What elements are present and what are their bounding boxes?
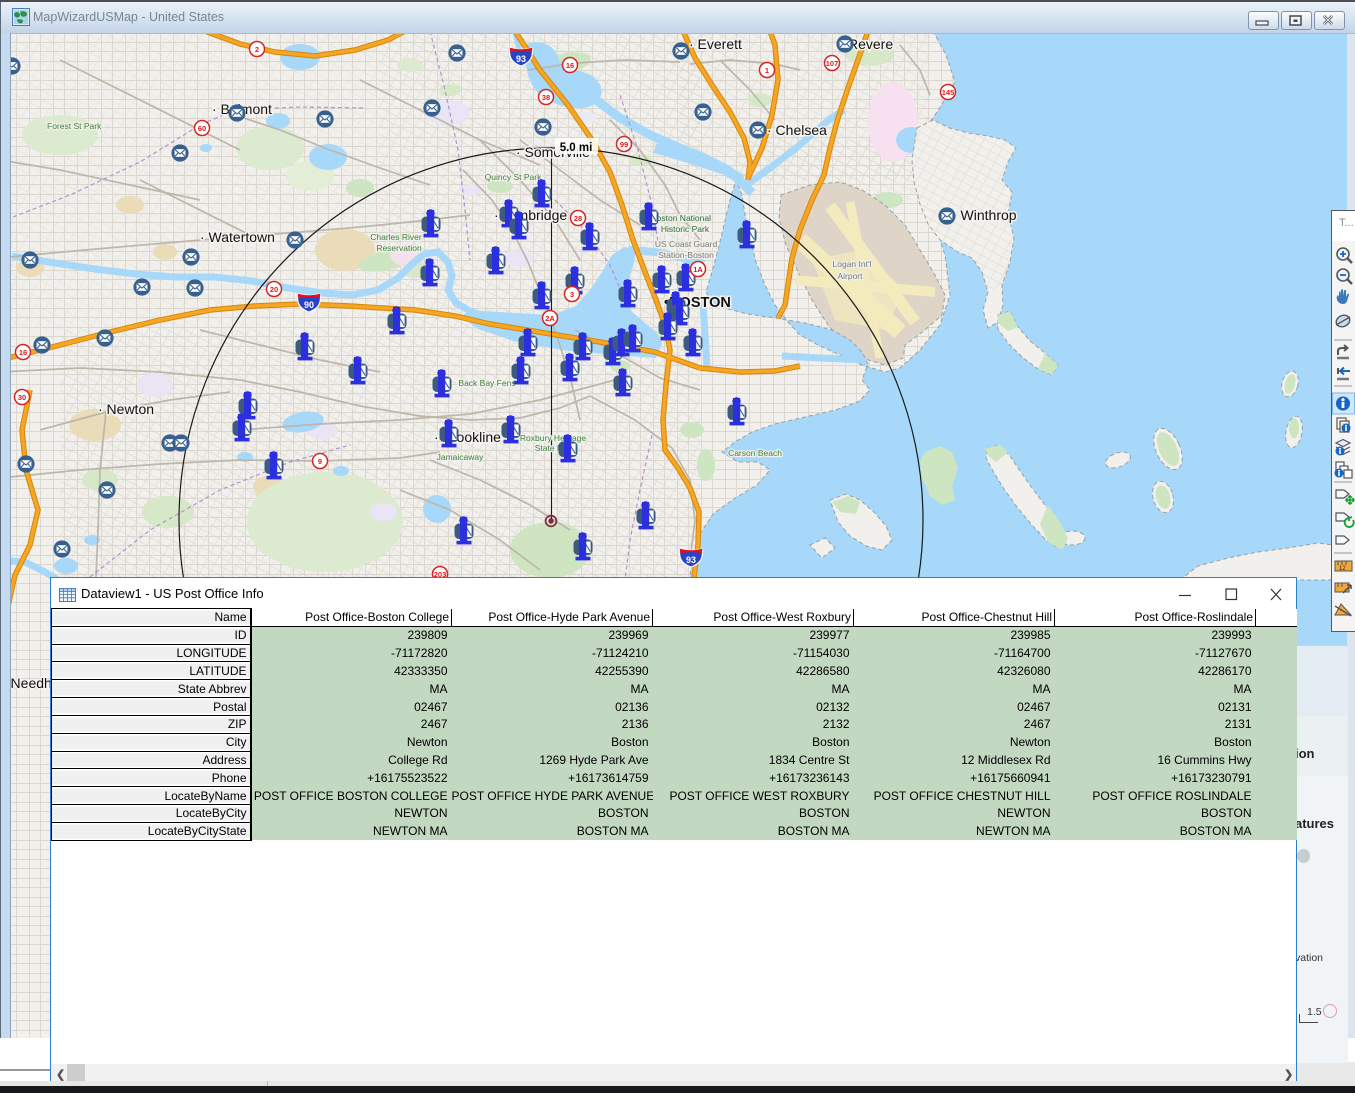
svg-text:Carson Beach: Carson Beach bbox=[728, 448, 782, 458]
svg-text:9: 9 bbox=[318, 457, 322, 466]
svg-text:Quincy St Park: Quincy St Park bbox=[485, 172, 542, 182]
svg-text:3: 3 bbox=[570, 290, 574, 299]
svg-text:5.0 mi: 5.0 mi bbox=[560, 142, 593, 154]
svg-text:· Winthrop: · Winthrop bbox=[952, 207, 1017, 223]
svg-text:60: 60 bbox=[198, 124, 206, 133]
svg-text:Forest St Park: Forest St Park bbox=[47, 121, 102, 131]
svg-text:Revere: Revere bbox=[848, 36, 893, 52]
svg-text:· Watertown: · Watertown bbox=[200, 229, 275, 245]
svg-text:· Everett: · Everett bbox=[689, 36, 742, 52]
svg-text:12: 12 bbox=[1339, 566, 1346, 572]
svg-text:16: 16 bbox=[566, 61, 574, 70]
svg-text:93: 93 bbox=[686, 555, 696, 565]
svg-text:Logan Int'l: Logan Int'l bbox=[833, 259, 872, 269]
svg-text:Airport: Airport bbox=[837, 271, 863, 281]
svg-text:38: 38 bbox=[542, 93, 550, 102]
svg-text:Reservation: Reservation bbox=[376, 243, 422, 253]
svg-text:2A: 2A bbox=[545, 314, 555, 323]
svg-text:16: 16 bbox=[19, 348, 27, 357]
svg-text:· Newton: · Newton bbox=[98, 401, 154, 417]
svg-text:107: 107 bbox=[826, 59, 839, 68]
svg-text:99: 99 bbox=[620, 140, 628, 149]
svg-text:Station-Boston: Station-Boston bbox=[658, 250, 714, 260]
svg-text:US Coast Guard: US Coast Guard bbox=[655, 239, 718, 249]
svg-text:20: 20 bbox=[270, 285, 278, 294]
svg-text:Historic Park: Historic Park bbox=[661, 224, 710, 234]
svg-text:Boston National: Boston National bbox=[651, 213, 711, 223]
svg-text:· Chelsea: · Chelsea bbox=[767, 122, 827, 138]
svg-text:28: 28 bbox=[574, 214, 582, 223]
svg-text:Back Bay Fens: Back Bay Fens bbox=[458, 378, 515, 388]
svg-text:1A: 1A bbox=[693, 265, 703, 274]
svg-text:Charles River: Charles River bbox=[370, 232, 422, 242]
svg-text:90: 90 bbox=[304, 300, 314, 310]
svg-text:2: 2 bbox=[255, 45, 259, 54]
svg-text:1: 1 bbox=[765, 66, 769, 75]
svg-text:93: 93 bbox=[516, 54, 526, 64]
svg-text:Roxbury Heritage: Roxbury Heritage bbox=[520, 433, 586, 443]
svg-text:145: 145 bbox=[942, 88, 955, 97]
svg-text:Jamaicaway: Jamaicaway bbox=[437, 452, 485, 462]
svg-text:30: 30 bbox=[18, 393, 26, 402]
